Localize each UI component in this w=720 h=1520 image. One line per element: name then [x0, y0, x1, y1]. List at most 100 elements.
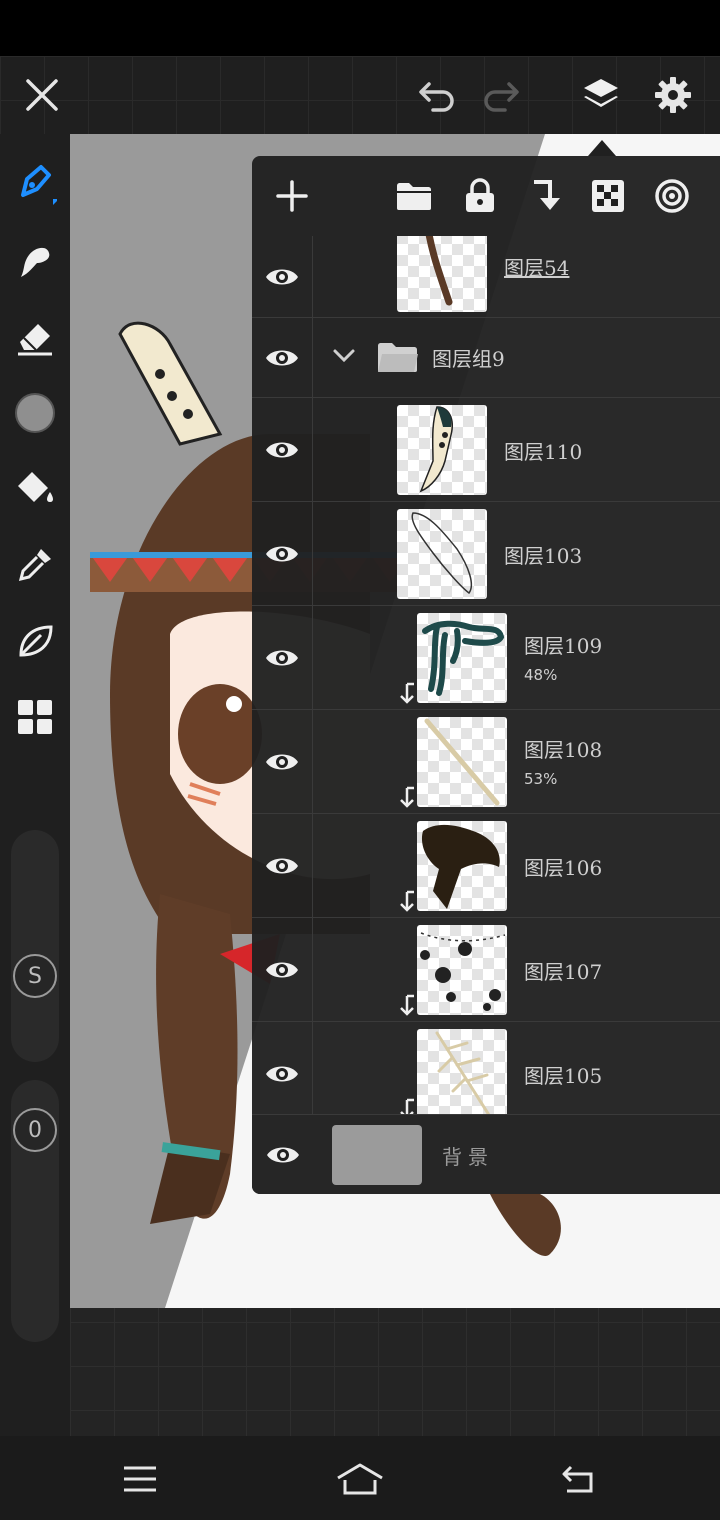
transparency-button[interactable] [584, 172, 632, 220]
eyedropper-icon [18, 549, 51, 582]
visibility-toggle[interactable] [252, 1022, 313, 1114]
more-tools[interactable] [10, 692, 60, 742]
layer-effects-button[interactable] [648, 172, 696, 220]
layer-row[interactable]: 图层105 [252, 1022, 720, 1114]
fill-tool[interactable] [10, 464, 60, 514]
status-bar [0, 0, 720, 56]
smudge-icon [21, 247, 50, 277]
left-toolbar: S 0 [0, 134, 70, 1436]
layer-name: 图层108 [524, 738, 603, 762]
redo-button[interactable] [476, 70, 526, 120]
grid-icon [18, 700, 52, 734]
layer-name: 图层103 [504, 544, 583, 568]
layer-thumbnail [417, 1029, 507, 1114]
menu-button[interactable] [110, 1454, 170, 1504]
layer-row[interactable]: 图层110 [252, 398, 720, 502]
layer-row[interactable]: 图层109 48% [252, 606, 720, 710]
layer-thumbnail [417, 925, 507, 1015]
add-layer-icon [276, 180, 308, 212]
clipping-mask-icon [400, 890, 414, 912]
visibility-toggle[interactable] [252, 502, 313, 605]
clipping-mask-icon [400, 1098, 414, 1114]
background-layer-name: 背景 [442, 1145, 494, 1169]
eye-icon [266, 1066, 298, 1081]
folder-icon [397, 183, 431, 210]
layer-name: 图层109 [524, 634, 603, 658]
visibility-toggle[interactable] [252, 398, 313, 501]
eye-icon [266, 442, 298, 457]
add-layer-button[interactable] [268, 172, 316, 220]
clipping-mask-icon [400, 786, 414, 808]
undo-button[interactable] [412, 70, 462, 120]
color-swatch[interactable] [10, 388, 60, 438]
layer-row[interactable]: 图层107 [252, 918, 720, 1022]
layer-row[interactable]: 图层106 [252, 814, 720, 918]
transparency-icon [592, 180, 624, 212]
layer-group-row[interactable]: 图层组9 [252, 318, 720, 398]
background-color-swatch[interactable] [332, 1125, 422, 1185]
eyedropper-tool[interactable] [10, 540, 60, 590]
visibility-toggle[interactable] [252, 318, 313, 397]
layer-name: 图层105 [524, 1064, 603, 1088]
eye-icon [266, 546, 298, 561]
clipping-mask-icon [400, 994, 414, 1016]
layer-panel-toolbar [252, 156, 720, 236]
layer-name: 图层107 [524, 960, 603, 984]
eye-icon [266, 269, 298, 284]
size-label: S [28, 963, 42, 989]
close-icon [26, 79, 58, 111]
close-button[interactable] [17, 70, 67, 120]
back-icon [562, 1465, 593, 1493]
gear-icon [655, 77, 691, 113]
visibility-toggle[interactable] [252, 710, 313, 813]
layer-name: 图层110 [504, 440, 583, 464]
merge-down-icon [534, 180, 560, 210]
new-folder-button[interactable] [390, 172, 438, 220]
visibility-toggle[interactable] [252, 814, 313, 917]
smudge-tool[interactable] [10, 236, 60, 286]
brush-icon [21, 165, 57, 205]
back-button[interactable] [550, 1454, 610, 1504]
visibility-toggle[interactable] [252, 918, 313, 1021]
settings-button[interactable] [648, 70, 698, 120]
shape-tool[interactable] [10, 616, 60, 666]
home-button[interactable] [330, 1454, 390, 1504]
home-icon [337, 1463, 383, 1495]
eye-icon [266, 650, 298, 665]
size-slider-track[interactable] [11, 830, 59, 1062]
current-color [15, 393, 55, 433]
lock-layer-button[interactable] [456, 172, 504, 220]
visibility-toggle[interactable] [252, 236, 313, 317]
visibility-toggle[interactable] [252, 1115, 313, 1194]
visibility-toggle[interactable] [252, 606, 313, 709]
opacity-label: 0 [28, 1117, 42, 1143]
target-icon [655, 179, 689, 213]
lock-icon [466, 178, 494, 212]
top-bar [0, 56, 720, 134]
layer-row[interactable]: 图层103 [252, 502, 720, 606]
size-slider-knob[interactable]: S [13, 954, 57, 998]
eye-icon [266, 858, 298, 873]
undo-icon [419, 82, 454, 112]
layer-opacity: 48% [524, 666, 558, 684]
folder-icon [378, 343, 418, 372]
menu-icon [124, 1466, 156, 1492]
eye-icon [266, 754, 298, 769]
background-layer-row[interactable]: 背景 [252, 1114, 720, 1194]
eraser-tool[interactable] [10, 312, 60, 362]
layers-button[interactable] [576, 70, 626, 120]
brush-tool[interactable] [10, 158, 60, 208]
layers-icon [584, 79, 618, 107]
layer-row[interactable]: 图层108 53% [252, 710, 720, 814]
leaf-icon [19, 625, 53, 657]
layer-name: 图层106 [524, 856, 603, 880]
layer-row[interactable]: 图层54 [252, 236, 720, 318]
chevron-down-icon[interactable] [332, 348, 356, 364]
layer-name: 图层54 [504, 256, 570, 280]
eye-icon [266, 962, 298, 977]
layer-thumbnail [397, 509, 487, 599]
layer-thumbnail [417, 613, 507, 703]
clipping-mask-icon [400, 682, 414, 704]
merge-down-button[interactable] [520, 172, 568, 220]
opacity-slider-knob[interactable]: 0 [13, 1108, 57, 1152]
